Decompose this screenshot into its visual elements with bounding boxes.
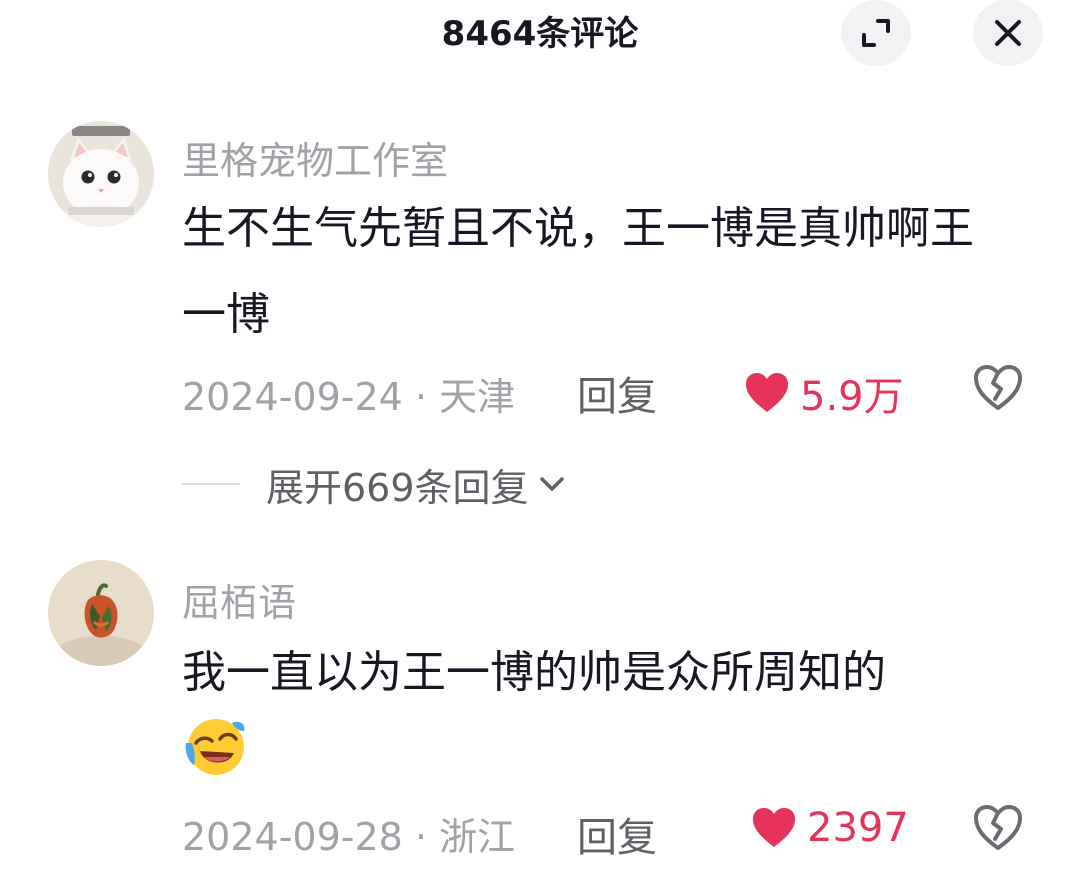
comments-header: 8464条评论 xyxy=(0,0,1080,66)
expand-replies-label: 展开669条回复 xyxy=(266,465,529,510)
reply-button[interactable]: 回复 xyxy=(577,364,657,422)
heart-icon xyxy=(753,808,795,847)
pepper-avatar xyxy=(48,560,154,666)
heart-icon xyxy=(746,373,788,412)
white-cat-avatar xyxy=(48,121,154,227)
close-icon xyxy=(995,20,1021,46)
chevron-down-icon xyxy=(539,477,564,491)
dislike-button[interactable] xyxy=(972,803,1024,855)
close-button[interactable] xyxy=(973,0,1043,66)
avatar[interactable] xyxy=(48,121,154,227)
reply-button[interactable]: 回复 xyxy=(577,805,657,863)
laughing-crying-emoji xyxy=(185,719,245,775)
avatar[interactable] xyxy=(48,560,154,666)
comment-date-location: 2024-09-28 · 浙江 xyxy=(182,815,516,859)
expand-button[interactable] xyxy=(841,0,911,66)
dislike-button[interactable] xyxy=(972,363,1024,415)
username[interactable]: 屈栢语 xyxy=(182,572,296,627)
comment-date-location: 2024-09-24 · 天津 xyxy=(182,375,516,419)
like-count: 5.9万 xyxy=(800,374,904,420)
broken-heart-icon xyxy=(974,365,1022,410)
expand-replies-button[interactable]: 展开669条回复 xyxy=(182,456,567,512)
comment-text: 我一直以为王一博的帅是众所周知的 xyxy=(182,647,886,698)
comment-count-title: 8464条评论 xyxy=(441,14,639,54)
like-button[interactable]: 2397 xyxy=(751,805,909,851)
comment-text: 生不生气先暂且不说，王一博是真帅啊王一博 xyxy=(182,203,974,340)
like-count: 2397 xyxy=(807,805,909,851)
divider-line xyxy=(182,483,240,485)
broken-heart-icon xyxy=(974,805,1022,850)
fullscreen-exit-icon xyxy=(862,19,890,47)
like-button[interactable]: 5.9万 xyxy=(744,364,904,422)
username[interactable]: 里格宠物工作室 xyxy=(182,130,448,185)
